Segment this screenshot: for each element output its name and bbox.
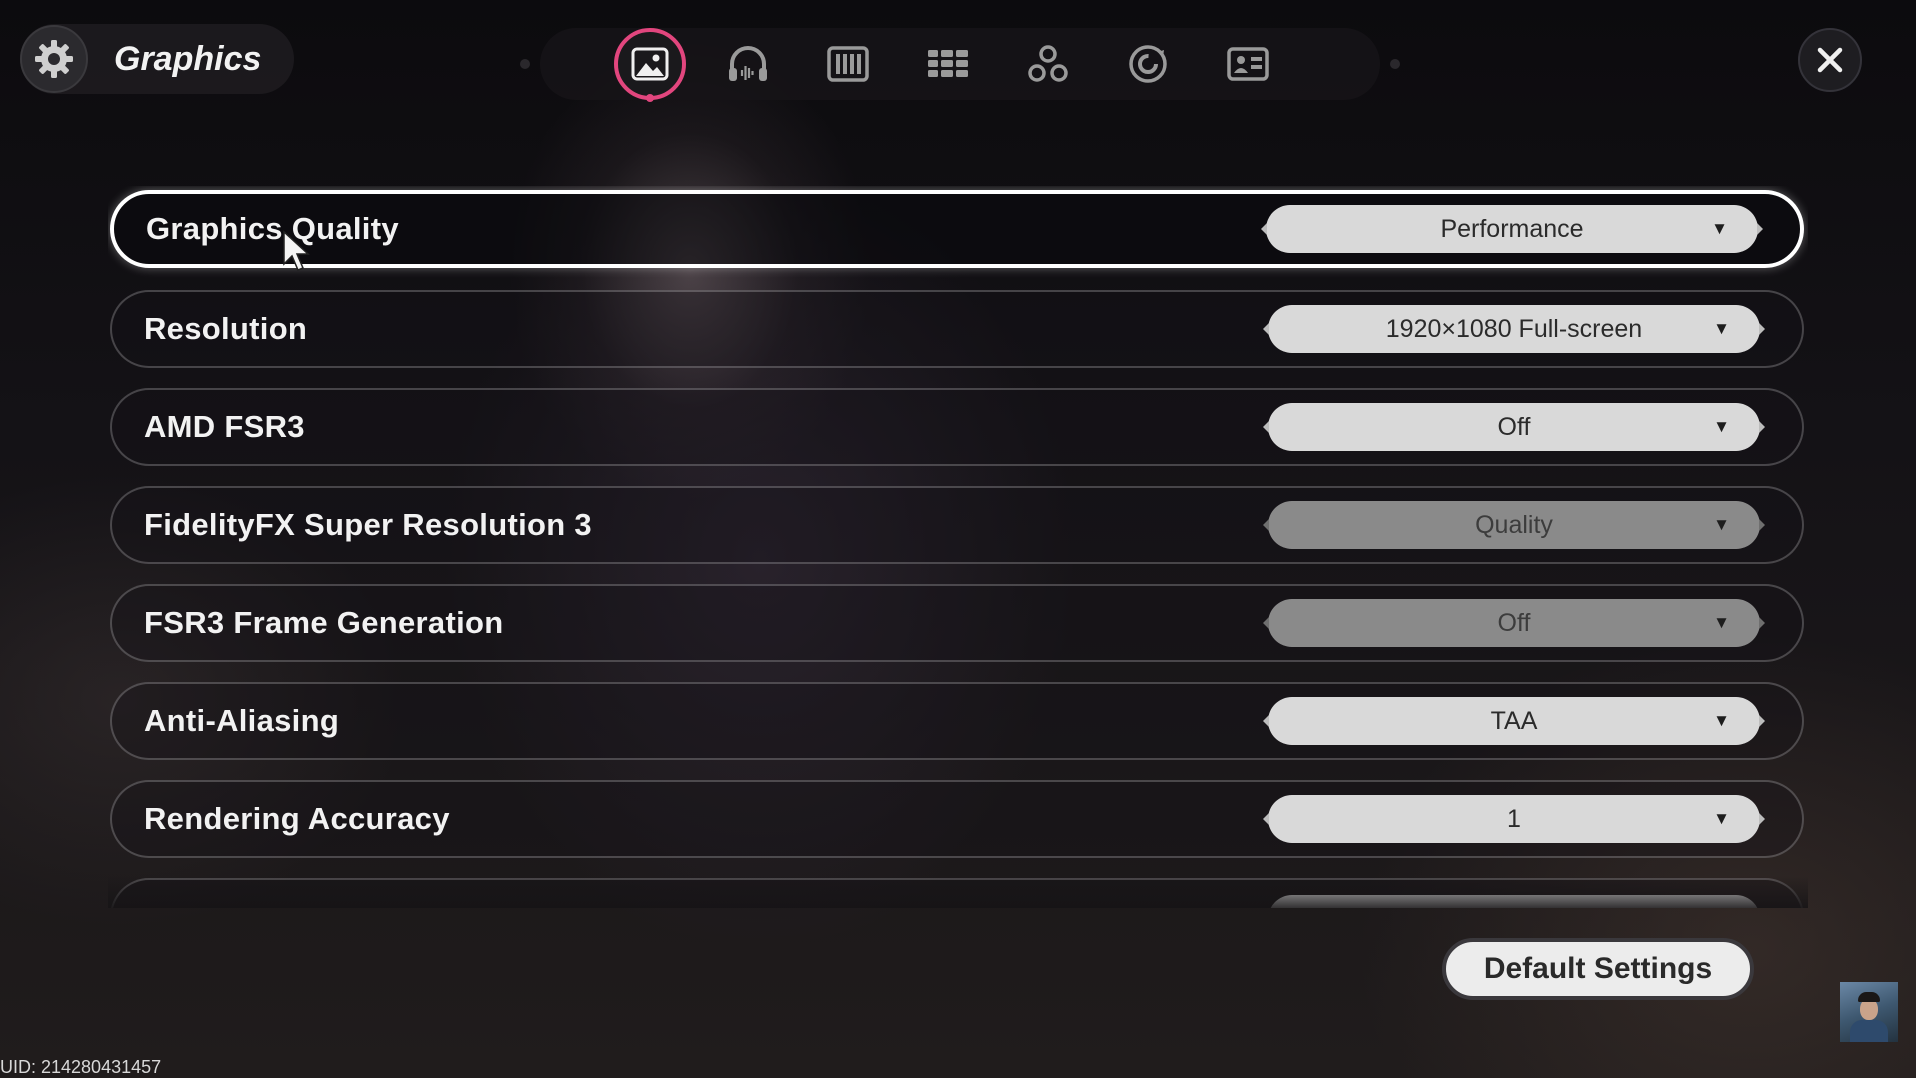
header-title-pill: Graphics — [20, 24, 294, 94]
tab-sync[interactable] — [1116, 32, 1180, 96]
setting-row-amd-fsr3[interactable]: AMD FSR3 Off ▼ — [110, 388, 1804, 466]
list-fade — [108, 876, 1808, 908]
resolution-dropdown[interactable]: 1920×1080 Full-screen ▼ — [1263, 305, 1765, 353]
setting-row-rendering-accuracy[interactable]: Rendering Accuracy 1 ▼ — [110, 780, 1804, 858]
setting-label: AMD FSR3 — [144, 409, 305, 444]
keyboard-icon — [827, 46, 869, 82]
default-settings-button[interactable]: Default Settings — [1442, 938, 1754, 1000]
id-card-icon — [1227, 47, 1269, 81]
dropdown-value: Off — [1497, 412, 1531, 441]
setting-label: Graphics Quality — [146, 211, 399, 246]
dropdown-value: TAA — [1490, 706, 1538, 735]
page-title: Graphics — [114, 39, 262, 78]
close-button[interactable] — [1798, 28, 1862, 92]
grid-icon — [928, 50, 968, 77]
webcam-avatar — [1840, 982, 1898, 1042]
setting-label: FidelityFX Super Resolution 3 — [144, 507, 592, 542]
headphones-icon — [729, 46, 767, 81]
dropdown-value: Quality — [1475, 510, 1553, 539]
setting-label: Resolution — [144, 311, 308, 346]
setting-label: Rendering Accuracy — [144, 801, 450, 836]
setting-row-anti-aliasing[interactable]: Anti-Aliasing TAA ▼ — [110, 682, 1804, 760]
dropdown-value: 1 — [1507, 804, 1521, 833]
close-icon — [1817, 47, 1843, 73]
tab-list[interactable] — [916, 32, 980, 96]
setting-label: Anti-Aliasing — [144, 703, 340, 738]
uid-label: UID: 214280431457 — [0, 1057, 162, 1077]
tab-gamepad[interactable] — [1016, 32, 1080, 96]
caret-down-icon: ▼ — [1713, 319, 1730, 338]
caret-down-icon: ▼ — [1713, 417, 1730, 436]
caret-down-icon: ▼ — [1713, 613, 1730, 632]
mouse-cursor-icon — [283, 230, 310, 271]
tab-account[interactable] — [1216, 32, 1280, 96]
amd-fsr3-dropdown[interactable]: Off ▼ — [1263, 403, 1765, 451]
setting-row-fidelityfx[interactable]: FidelityFX Super Resolution 3 Quality ▼ — [110, 486, 1804, 564]
gear-icon[interactable] — [20, 25, 88, 93]
tab-graphics[interactable] — [614, 28, 686, 102]
tab-controls[interactable] — [816, 32, 880, 96]
fidelityfx-dropdown: Quality ▼ — [1263, 501, 1765, 549]
rendering-accuracy-dropdown[interactable]: 1 ▼ — [1263, 795, 1765, 843]
setting-row-graphics-quality[interactable]: Graphics Quality Performance ▼ — [110, 190, 1804, 268]
setting-row-resolution[interactable]: Resolution 1920×1080 Full-screen ▼ — [110, 290, 1804, 368]
dropdown-value: Off — [1497, 608, 1531, 637]
dropdown-value: Performance — [1440, 214, 1584, 243]
anti-aliasing-dropdown[interactable]: TAA ▼ — [1263, 697, 1765, 745]
tab-audio[interactable] — [716, 32, 780, 96]
graphics-quality-dropdown[interactable]: Performance ▼ — [1261, 205, 1763, 253]
dropdown-value: 1920×1080 Full-screen — [1385, 314, 1643, 343]
frame-generation-dropdown: Off ▼ — [1263, 599, 1765, 647]
controller-icon — [1028, 45, 1068, 82]
settings-screen: Graphics Graphics Quality Performance ▼ … — [0, 0, 1916, 1078]
caret-down-icon: ▼ — [1713, 515, 1730, 534]
caret-down-icon: ▼ — [1713, 711, 1730, 730]
settings-tab-bar — [520, 28, 1400, 102]
caret-down-icon: ▼ — [1713, 809, 1730, 828]
image-icon — [631, 47, 669, 81]
caret-down-icon: ▼ — [1711, 219, 1728, 238]
setting-label: FSR3 Frame Generation — [144, 605, 504, 640]
settings-list[interactable]: Graphics Quality Performance ▼ Resolutio… — [108, 186, 1808, 908]
setting-row-frame-generation[interactable]: FSR3 Frame Generation Off ▼ — [110, 584, 1804, 662]
refresh-icon — [1129, 45, 1167, 83]
